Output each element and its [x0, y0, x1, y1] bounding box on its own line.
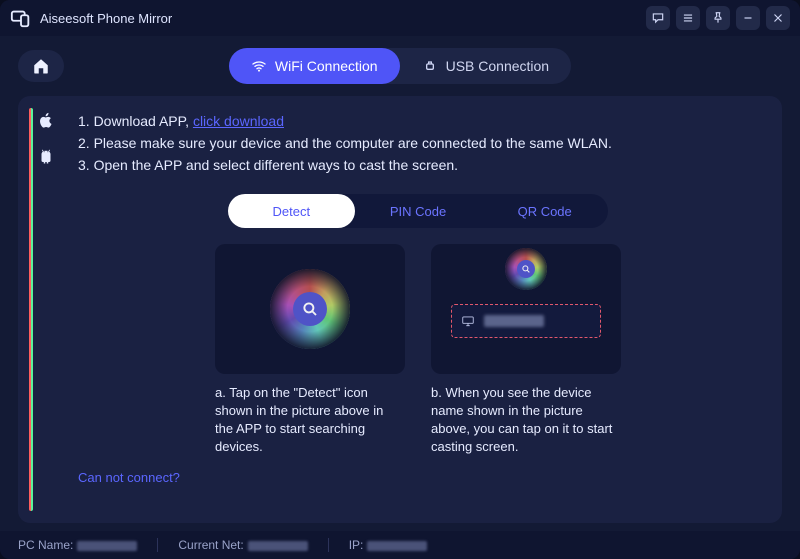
sep: [157, 538, 158, 552]
status-net: Current Net:: [178, 538, 307, 552]
cards-row: a. Tap on the "Detect" icon shown in the…: [78, 244, 758, 456]
status-ip: IP:: [349, 538, 428, 552]
method-tab-qr[interactable]: QR Code: [481, 194, 608, 228]
colorwheel-small-icon: [505, 248, 547, 290]
card-b: b. When you see the device name shown in…: [431, 244, 621, 456]
figure-device: [431, 244, 621, 374]
os-rail: [18, 96, 74, 523]
apple-icon[interactable]: [36, 110, 56, 130]
cannot-connect: Can not connect?: [78, 470, 758, 485]
ip-value-redacted: [367, 541, 427, 551]
menu-button[interactable]: [676, 6, 700, 30]
home-button[interactable]: [18, 50, 64, 82]
card-a: a. Tap on the "Detect" icon shown in the…: [215, 244, 405, 456]
minimize-button[interactable]: [736, 6, 760, 30]
method-tab-detect[interactable]: Detect: [228, 194, 355, 228]
app-title: Aiseesoft Phone Mirror: [40, 11, 646, 26]
app-window: Aiseesoft Phone Mirror WiFi Connection U…: [0, 0, 800, 559]
caption-a: a. Tap on the "Detect" icon shown in the…: [215, 384, 405, 456]
content-panel: 1. Download APP, click download 2. Pleas…: [18, 96, 782, 523]
net-label: Current Net:: [178, 538, 243, 552]
tab-wifi-label: WiFi Connection: [275, 58, 378, 74]
detect-search-icon: [293, 292, 327, 326]
pcname-label: PC Name:: [18, 538, 73, 552]
method-tab-pin[interactable]: PIN Code: [355, 194, 482, 228]
pcname-value-redacted: [77, 541, 137, 551]
app-logo-icon: [10, 7, 32, 29]
download-link[interactable]: click download: [193, 113, 284, 129]
wifi-icon: [251, 58, 267, 74]
net-value-redacted: [248, 541, 308, 551]
tab-wifi[interactable]: WiFi Connection: [229, 48, 400, 84]
caption-b: b. When you see the device name shown in…: [431, 384, 621, 456]
top-row: WiFi Connection USB Connection: [0, 36, 800, 96]
monitor-icon: [460, 314, 476, 328]
tab-usb-label: USB Connection: [446, 58, 550, 74]
status-bar: PC Name: Current Net: IP:: [0, 531, 800, 559]
colorwheel-icon: [270, 269, 350, 349]
ip-label: IP:: [349, 538, 364, 552]
detect-search-small-icon: [517, 260, 535, 278]
instr-line2: 2. Please make sure your device and the …: [78, 132, 758, 154]
tab-usb[interactable]: USB Connection: [400, 48, 572, 84]
instructions: 1. Download APP, click download 2. Pleas…: [78, 110, 758, 176]
usb-icon: [422, 58, 438, 74]
method-tabs: Detect PIN Code QR Code: [228, 194, 608, 228]
status-pcname: PC Name:: [18, 538, 137, 552]
device-name-redacted: [484, 315, 544, 327]
window-controls: [646, 6, 790, 30]
feedback-button[interactable]: [646, 6, 670, 30]
figure-detect: [215, 244, 405, 374]
main-area: 1. Download APP, click download 2. Pleas…: [0, 96, 800, 531]
connection-tabs: WiFi Connection USB Connection: [229, 48, 571, 84]
pin-button[interactable]: [706, 6, 730, 30]
instr-line1: 1. Download APP, click download: [78, 110, 758, 132]
instr-line1-prefix: 1. Download APP,: [78, 113, 193, 129]
device-box: [451, 304, 601, 338]
content: 1. Download APP, click download 2. Pleas…: [74, 96, 782, 523]
titlebar: Aiseesoft Phone Mirror: [0, 0, 800, 36]
cannot-connect-link[interactable]: Can not connect?: [78, 470, 180, 485]
android-icon[interactable]: [36, 146, 56, 166]
instr-line3: 3. Open the APP and select different way…: [78, 154, 758, 176]
close-button[interactable]: [766, 6, 790, 30]
sep: [328, 538, 329, 552]
